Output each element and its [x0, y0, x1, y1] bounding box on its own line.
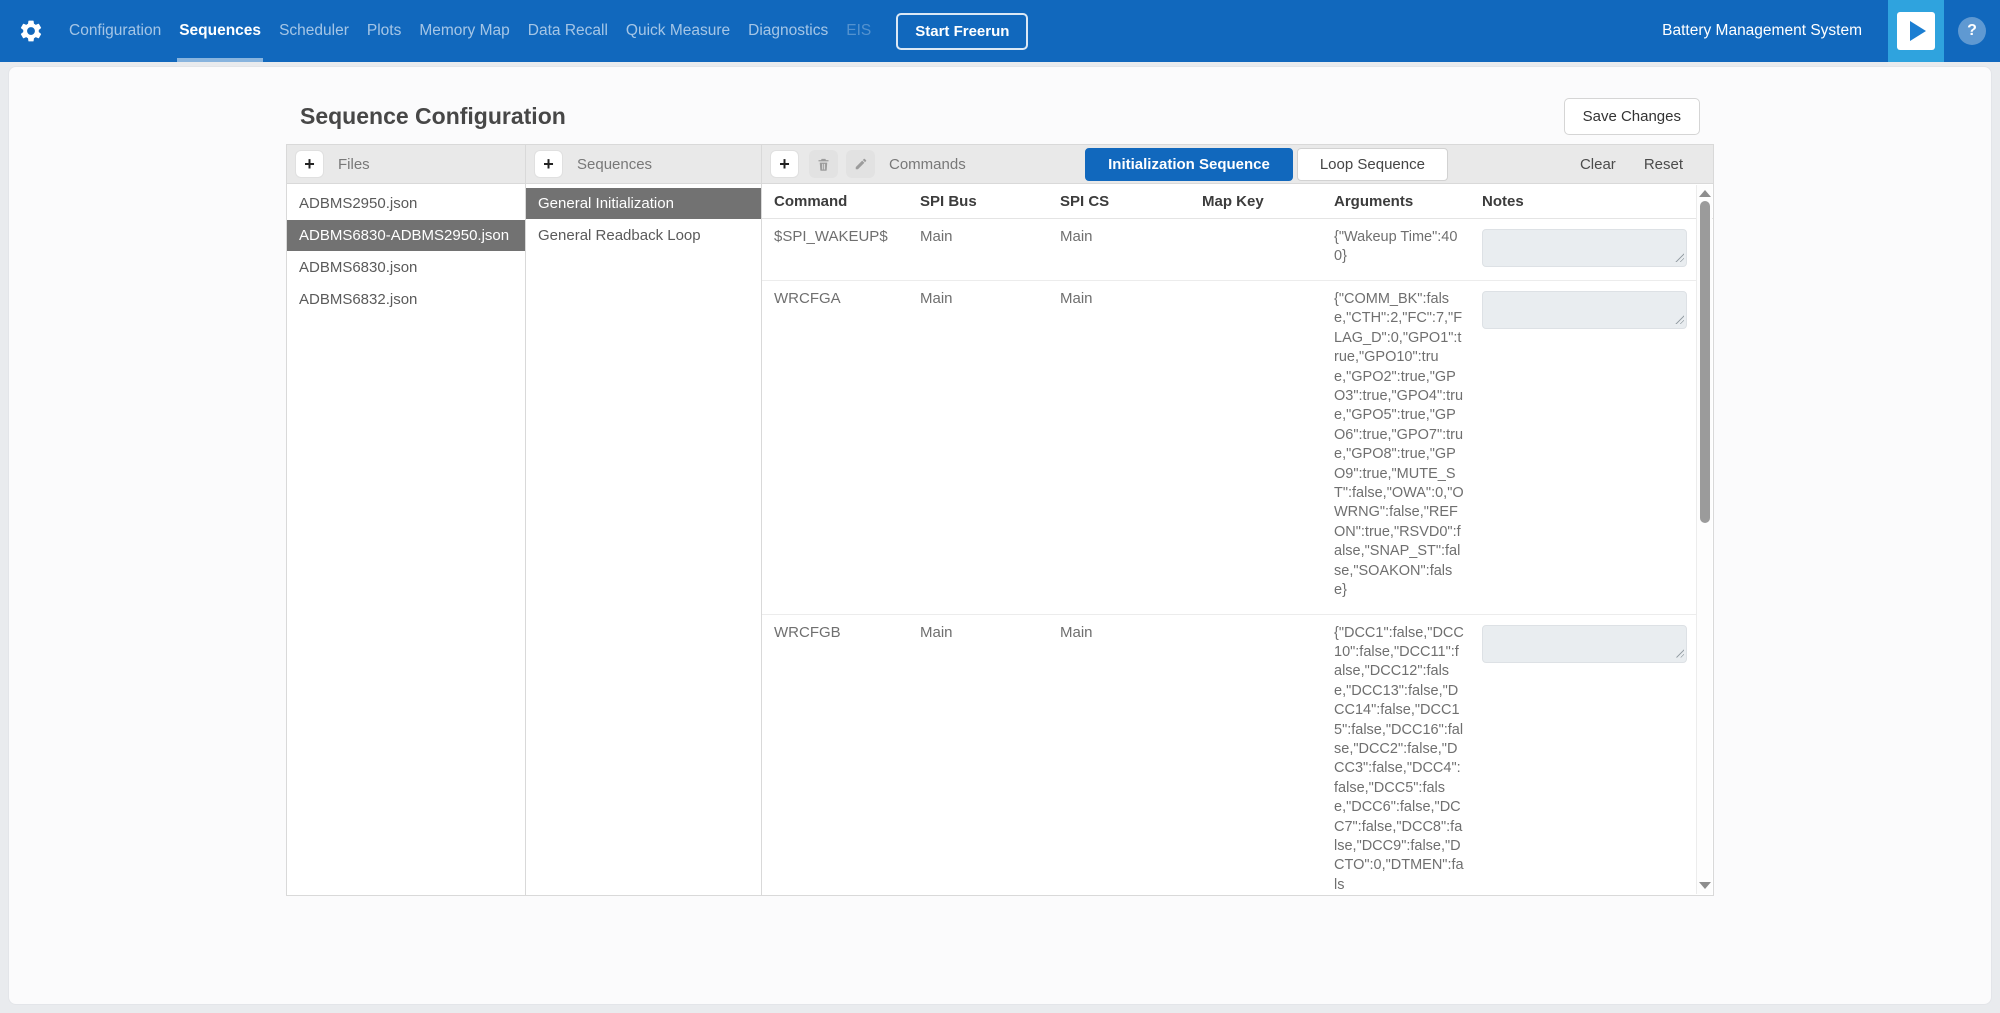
scroll-up-arrow-icon[interactable]: [1699, 190, 1711, 197]
play-icon: [1897, 12, 1935, 50]
nav-item-data-recall[interactable]: Data Recall: [519, 0, 617, 62]
file-list-item[interactable]: ADBMS6830-ADBMS2950.json: [287, 220, 525, 251]
nav-items: ConfigurationSequencesSchedulerPlotsMemo…: [60, 0, 880, 62]
panels-container: + Files ADBMS2950.jsonADBMS6830-ADBMS295…: [286, 144, 1714, 896]
add-file-button[interactable]: +: [295, 150, 324, 178]
add-command-button[interactable]: +: [770, 150, 799, 178]
notes-input[interactable]: [1482, 291, 1687, 329]
command-row[interactable]: WRCFGAMainMain{"COMM_BK":false,"CTH":2,"…: [762, 281, 1696, 615]
arguments-cell: {"Wakeup Time":400}: [1322, 228, 1470, 267]
main-card: Sequence Configuration Save Changes + Fi…: [8, 66, 1992, 1005]
sequences-panel: + Sequences General InitializationGenera…: [526, 145, 762, 895]
nav-item-plots[interactable]: Plots: [358, 0, 410, 62]
files-panel: + Files ADBMS2950.jsonADBMS6830-ADBMS295…: [287, 145, 526, 895]
spi-cs-cell: Main: [1048, 228, 1190, 245]
commands-table: CommandSPI BusSPI CSMap KeyArgumentsNote…: [762, 184, 1713, 895]
commands-table-body: $SPI_WAKEUP$MainMain{"Wakeup Time":400}W…: [762, 219, 1696, 895]
top-navbar: ConfigurationSequencesSchedulerPlotsMemo…: [0, 0, 2000, 62]
notes-input[interactable]: [1482, 229, 1687, 267]
app-brand-title: Battery Management System: [1662, 22, 1862, 40]
nav-item-sequences[interactable]: Sequences: [170, 0, 270, 62]
column-header: SPI CS: [1048, 193, 1190, 210]
clear-link[interactable]: Clear: [1580, 156, 1616, 173]
play-button[interactable]: [1888, 0, 1944, 62]
files-panel-title: Files: [338, 156, 370, 173]
commands-panel-header: + Commands Initialization Sequence: [762, 145, 1713, 184]
command-cell: $SPI_WAKEUP$: [762, 228, 908, 245]
settings-gear-icon[interactable]: [14, 14, 48, 48]
notes-cell: [1470, 228, 1696, 267]
delete-command-button[interactable]: [809, 150, 838, 178]
sequence-type-toggle: Initialization Sequence Loop Sequence: [1085, 148, 1448, 181]
help-icon[interactable]: ?: [1958, 17, 1986, 45]
spi-bus-cell: Main: [908, 290, 1048, 307]
nav-item-quick-measure[interactable]: Quick Measure: [617, 0, 739, 62]
nav-item-memory-map[interactable]: Memory Map: [410, 0, 518, 62]
nav-item-scheduler[interactable]: Scheduler: [270, 0, 358, 62]
command-cell: WRCFGA: [762, 290, 908, 307]
column-header: Command: [762, 193, 908, 210]
sequences-panel-header: + Sequences: [526, 145, 761, 184]
sequences-panel-title: Sequences: [577, 156, 652, 173]
reset-link[interactable]: Reset: [1644, 156, 1683, 173]
command-cell: WRCFGB: [762, 624, 908, 641]
sequence-list-item[interactable]: General Readback Loop: [526, 220, 761, 251]
pencil-icon: [854, 157, 868, 171]
commands-panel-title: Commands: [889, 156, 966, 173]
command-row[interactable]: $SPI_WAKEUP$MainMain{"Wakeup Time":400}: [762, 219, 1696, 281]
file-list-item[interactable]: ADBMS6832.json: [287, 284, 525, 315]
files-list: ADBMS2950.jsonADBMS6830-ADBMS2950.jsonAD…: [287, 184, 525, 316]
trash-icon: [816, 157, 831, 172]
scrollbar-thumb[interactable]: [1700, 201, 1710, 523]
files-panel-header: + Files: [287, 145, 525, 184]
nav-item-eis[interactable]: EIS: [837, 0, 880, 62]
notes-cell: [1470, 290, 1696, 329]
commands-panel: + Commands Initialization Sequence: [762, 145, 1713, 895]
scroll-down-arrow-icon[interactable]: [1699, 882, 1711, 889]
edit-command-button[interactable]: [846, 150, 875, 178]
nav-item-diagnostics[interactable]: Diagnostics: [739, 0, 837, 62]
spi-cs-cell: Main: [1048, 624, 1190, 641]
sequences-list: General InitializationGeneral Readback L…: [526, 184, 761, 252]
spi-bus-cell: Main: [908, 624, 1048, 641]
spi-cs-cell: Main: [1048, 290, 1190, 307]
file-list-item[interactable]: ADBMS6830.json: [287, 252, 525, 283]
column-header: SPI Bus: [908, 193, 1048, 210]
spi-bus-cell: Main: [908, 228, 1048, 245]
column-header: Map Key: [1190, 193, 1322, 210]
file-list-item[interactable]: ADBMS2950.json: [287, 188, 525, 219]
loop-sequence-tab[interactable]: Loop Sequence: [1297, 148, 1448, 181]
column-header: Notes: [1470, 193, 1695, 210]
page-header: Sequence Configuration Save Changes: [286, 67, 1714, 144]
initialization-sequence-tab[interactable]: Initialization Sequence: [1085, 148, 1293, 181]
add-sequence-button[interactable]: +: [534, 150, 563, 178]
arguments-cell: {"DCC1":false,"DCC10":false,"DCC11":fals…: [1322, 624, 1470, 896]
commands-table-header: CommandSPI BusSPI CSMap KeyArgumentsNote…: [762, 184, 1713, 219]
start-freerun-button[interactable]: Start Freerun: [896, 13, 1028, 50]
column-header: Arguments: [1322, 193, 1470, 210]
save-changes-button[interactable]: Save Changes: [1564, 98, 1700, 135]
commands-scrollbar: [1696, 185, 1712, 894]
sequence-list-item[interactable]: General Initialization: [526, 188, 761, 219]
nav-item-configuration[interactable]: Configuration: [60, 0, 170, 62]
notes-input[interactable]: [1482, 625, 1687, 663]
arguments-cell: {"COMM_BK":false,"CTH":2,"FC":7,"FLAG_D"…: [1322, 290, 1470, 601]
notes-cell: [1470, 624, 1696, 663]
page-title: Sequence Configuration: [300, 103, 566, 130]
command-row[interactable]: WRCFGBMainMain{"DCC1":false,"DCC10":fals…: [762, 615, 1696, 896]
